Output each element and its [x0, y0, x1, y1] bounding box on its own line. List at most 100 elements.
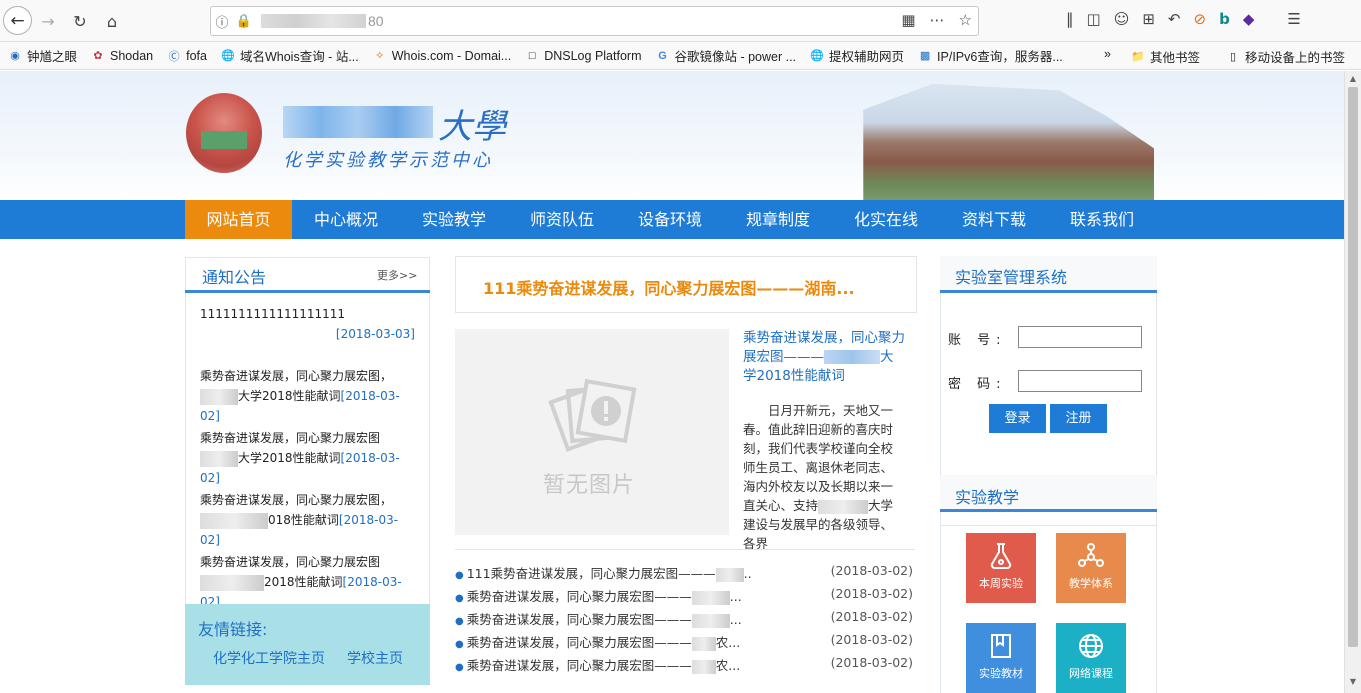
login-button[interactable]: 登录	[989, 404, 1046, 433]
block-icon[interactable]: ⊘	[1193, 10, 1206, 28]
other-bookmarks[interactable]: 📁 其他书签	[1131, 47, 1200, 66]
browser-toolbar: ← → ↻ ⌂ ⓘ 🔒 80 ▦ ⋯ ☆ ‖ ◫ ☺ ⊞ ↶ ⊘ b ◆ ☰	[0, 0, 1361, 42]
tile-label: 网络课程	[1069, 667, 1113, 680]
sidebar-icon[interactable]: ◫	[1087, 10, 1101, 28]
redacted-text	[691, 613, 730, 628]
back-button[interactable]: ←	[3, 6, 32, 35]
nav-overview[interactable]: 中心概况	[292, 200, 400, 239]
notice-more-link[interactable]: 更多>>	[377, 267, 417, 283]
site-subtitle: 化学实验教学示范中心	[283, 150, 493, 171]
news-list-item[interactable]: ● 乘势奋进谋发展，同心聚力展宏图——— 农... (2018-03-02)	[455, 655, 915, 675]
bookmark-item[interactable]: G 谷歌镜像站 - power ...	[655, 46, 796, 65]
tile-weekly-experiment[interactable]: 本周实验	[966, 533, 1036, 603]
nav-online[interactable]: 化实在线	[832, 200, 940, 239]
crop-icon[interactable]: ⊞	[1142, 10, 1155, 28]
nav-teaching[interactable]: 实验教学	[400, 200, 508, 239]
fofa-icon: Ⓒ	[168, 50, 180, 63]
lab-system-title: 实验室管理系统	[955, 268, 1068, 287]
news-list-item[interactable]: ● 乘势奋进谋发展，同心聚力展宏图———... (2018-03-02)	[455, 609, 915, 629]
flask-icon	[990, 543, 1012, 569]
globe-icon: 🌐	[221, 50, 235, 62]
bookmark-item[interactable]: ✧ Whois.com - Domai...	[373, 49, 511, 63]
notice-item[interactable]: 1111111111111111111 [2018-03-03]	[200, 304, 415, 344]
bookmark-item[interactable]: 🌐 提权辅助网页	[810, 46, 904, 65]
library-icon[interactable]: ‖	[1066, 10, 1074, 28]
featured-headline[interactable]: 111乘势奋进谋发展，同心聚力展宏图———湖南...	[483, 275, 855, 299]
news-list-item[interactable]: ● 乘势奋进谋发展，同心聚力展宏图———... (2018-03-02)	[455, 586, 915, 606]
nav-home[interactable]: 网站首页	[185, 200, 292, 239]
nav-equipment[interactable]: 设备环境	[616, 200, 724, 239]
bookmark-star-icon[interactable]: ☆	[959, 11, 972, 29]
news-date: (2018-03-02)	[830, 563, 913, 578]
teaching-title: 实验教学	[955, 488, 1020, 507]
university-name-redacted	[283, 106, 433, 138]
account-input[interactable]	[1018, 326, 1142, 348]
campus-building-image	[863, 83, 1154, 200]
insecure-lock-icon[interactable]: 🔒	[233, 14, 255, 29]
qr-code-icon[interactable]: ▦	[901, 11, 915, 29]
nav-contact[interactable]: 联系我们	[1048, 200, 1156, 239]
redacted-text	[691, 659, 716, 674]
url-text: 80	[368, 13, 384, 29]
account-label: 账 号:	[948, 333, 1007, 348]
bullet-icon: ●	[455, 662, 464, 673]
eye-icon: ◉	[10, 50, 20, 62]
friend-link-school[interactable]: 学校主页	[347, 648, 403, 668]
nav-faculty[interactable]: 师资队伍	[508, 200, 616, 239]
nav-downloads[interactable]: 资料下载	[940, 200, 1048, 239]
tile-online-courses[interactable]: 网络课程	[1056, 623, 1126, 693]
scroll-down-icon[interactable]: ▼	[1348, 677, 1358, 687]
bookmark-item[interactable]: □ DNSLog Platform	[525, 49, 642, 63]
no-image-icon	[548, 378, 637, 452]
ip-icon: ▩	[919, 50, 931, 62]
news-list-item[interactable]: ● 乘势奋进谋发展，同心聚力展宏图——— 农... (2018-03-02)	[455, 632, 915, 652]
notice-item[interactable]: 乘势奋进谋发展，同心聚力展宏图 2018性能献词[2018-03-02]	[200, 552, 415, 612]
logo-university-text: 大學	[438, 107, 506, 147]
bullet-icon: ●	[455, 639, 464, 650]
page-content: 大學 化学实验教学示范中心 网站首页 中心概况 实验教学 师资队伍 设备环境 规…	[0, 71, 1344, 693]
more-bookmarks-icon[interactable]: »	[1104, 47, 1111, 66]
mobile-bookmarks[interactable]: ▯ 移动设备上的书签	[1226, 47, 1345, 66]
undo-icon[interactable]: ↶	[1168, 10, 1181, 28]
register-button[interactable]: 注册	[1050, 404, 1107, 433]
home-button[interactable]: ⌂	[98, 7, 126, 35]
password-input[interactable]	[1018, 370, 1142, 392]
news-list-item[interactable]: ● 111乘势奋进谋发展，同心聚力展宏图———.. (2018-03-02)	[455, 563, 915, 583]
bookmark-item[interactable]: 🌐 域名Whois查询 - 站...	[221, 46, 359, 65]
extension-icon[interactable]: ◆	[1243, 10, 1255, 28]
redacted-text	[818, 499, 869, 514]
redacted-text	[691, 636, 716, 651]
page-actions-icon[interactable]: ⋯	[930, 11, 945, 29]
bullet-icon: ●	[455, 593, 464, 604]
bookmark-item[interactable]: Ⓒfofa	[167, 49, 207, 63]
account-icon[interactable]: ☺	[1114, 10, 1130, 28]
friend-link-college[interactable]: 化学化工学院主页	[213, 648, 325, 668]
news-date: (2018-03-02)	[830, 632, 913, 647]
no-image-text: 暂无图片	[543, 473, 636, 498]
folder-icon: 📁	[1131, 51, 1145, 63]
bookmark-item[interactable]: ◉ 钟馗之眼	[8, 46, 77, 65]
featured-news-title[interactable]: 乘势奋进谋发展，同心聚力 展宏图——— 大 学2018性能献词	[743, 329, 915, 386]
notice-item[interactable]: 乘势奋进谋发展，同心聚力展宏图 大学2018性能献词[2018-03-02]	[200, 428, 415, 488]
notice-item[interactable]: 乘势奋进谋发展，同心聚力展宏图， 大学2018性能献词[2018-03-02]	[200, 366, 415, 426]
menu-icon[interactable]: ☰	[1287, 10, 1300, 28]
forward-button[interactable]: →	[34, 7, 62, 35]
tile-lab-materials[interactable]: 实验教材	[966, 623, 1036, 693]
reload-button[interactable]: ↻	[66, 7, 94, 35]
scroll-up-icon[interactable]: ▲	[1348, 74, 1358, 84]
url-bar[interactable]: ⓘ 🔒 80 ▦ ⋯ ☆	[210, 6, 979, 36]
news-date: (2018-03-02)	[830, 655, 913, 670]
notice-item[interactable]: 乘势奋进谋发展，同心聚力展宏图， 018性能献词[2018-03-02]	[200, 490, 415, 550]
bookmark-item[interactable]: ✿ Shodan	[91, 49, 153, 63]
nav-rules[interactable]: 规章制度	[724, 200, 832, 239]
main-nav: 网站首页 中心概况 实验教学 师资队伍 设备环境 规章制度 化实在线 资料下载 …	[0, 200, 1344, 239]
bookmark-item[interactable]: ▩ IP/IPv6查询，服务器...	[918, 46, 1063, 65]
bing-icon[interactable]: b	[1219, 10, 1230, 28]
url-redacted	[261, 14, 366, 28]
tile-teaching-system[interactable]: 教学体系	[1056, 533, 1126, 603]
page-scrollbar[interactable]: ▲ ▼	[1344, 71, 1361, 693]
notice-title: 通知公告	[202, 268, 267, 287]
redacted-text	[200, 388, 238, 405]
info-icon[interactable]: ⓘ	[211, 12, 233, 31]
scroll-thumb[interactable]	[1348, 87, 1358, 647]
